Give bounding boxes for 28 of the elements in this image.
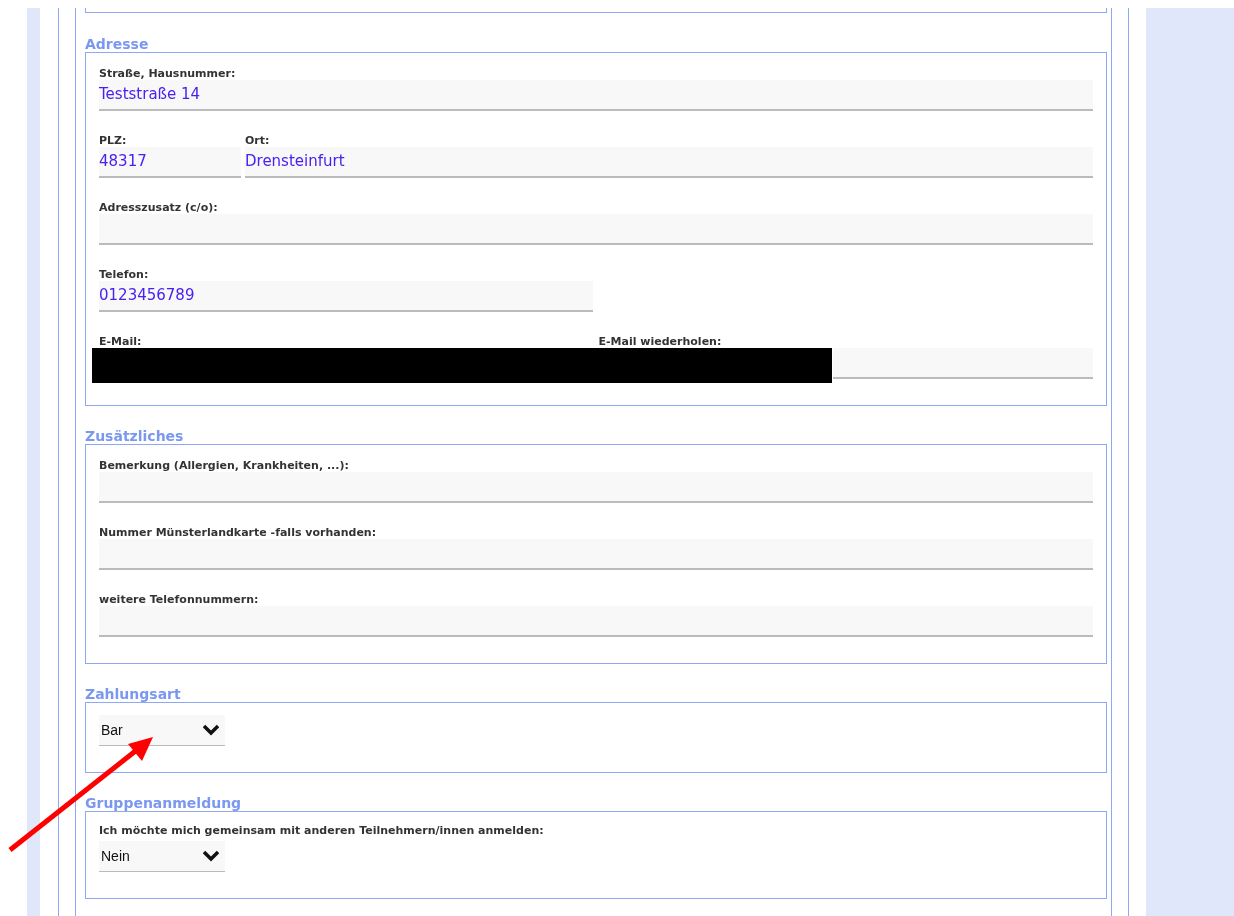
field-label: Adresszusatz (c/o): <box>99 201 219 214</box>
input-field[interactable]: Drensteinfurt <box>245 147 1093 178</box>
field-label: Ich möchte mich gemeinsam mit anderen Teilnehmern/innen anmelden: <box>99 824 545 838</box>
chevron-down-icon <box>203 850 219 862</box>
input-field[interactable] <box>99 539 1093 570</box>
section-title: Adresse <box>85 36 150 52</box>
field-label: weitere Telefonnummern: <box>99 593 260 606</box>
section-title: Zahlungsart <box>85 686 182 702</box>
field-label: Nummer Münsterlandkarte -falls vorhanden: <box>99 526 378 539</box>
field-label: E-Mail wiederholen: <box>598 335 723 348</box>
section-title: Gruppenanmeldung <box>85 795 243 811</box>
chevron-down-icon <box>203 724 219 736</box>
select-field[interactable]: Nein <box>99 841 225 872</box>
section-title: Zusätzliches <box>85 428 185 444</box>
input-field[interactable]: 0123456789 <box>99 281 593 312</box>
input-field[interactable] <box>99 472 1093 503</box>
field-label: Ort: <box>245 134 271 147</box>
input-field[interactable] <box>832 348 1093 379</box>
input-field[interactable]: Teststraße 14 <box>99 80 1093 111</box>
field-label: Telefon: <box>99 268 150 281</box>
field-label: Bemerkung (Allergien, Krankheiten, ...): <box>99 459 350 472</box>
input-field[interactable] <box>99 606 1093 637</box>
select-field[interactable]: Bar <box>99 715 225 746</box>
field-label: E-Mail: <box>99 335 143 348</box>
field-label: Straße, Hausnummer: <box>99 67 237 80</box>
input-field[interactable]: 48317 <box>99 147 241 178</box>
field-label: PLZ: <box>99 134 128 147</box>
input-field[interactable] <box>99 214 1093 245</box>
